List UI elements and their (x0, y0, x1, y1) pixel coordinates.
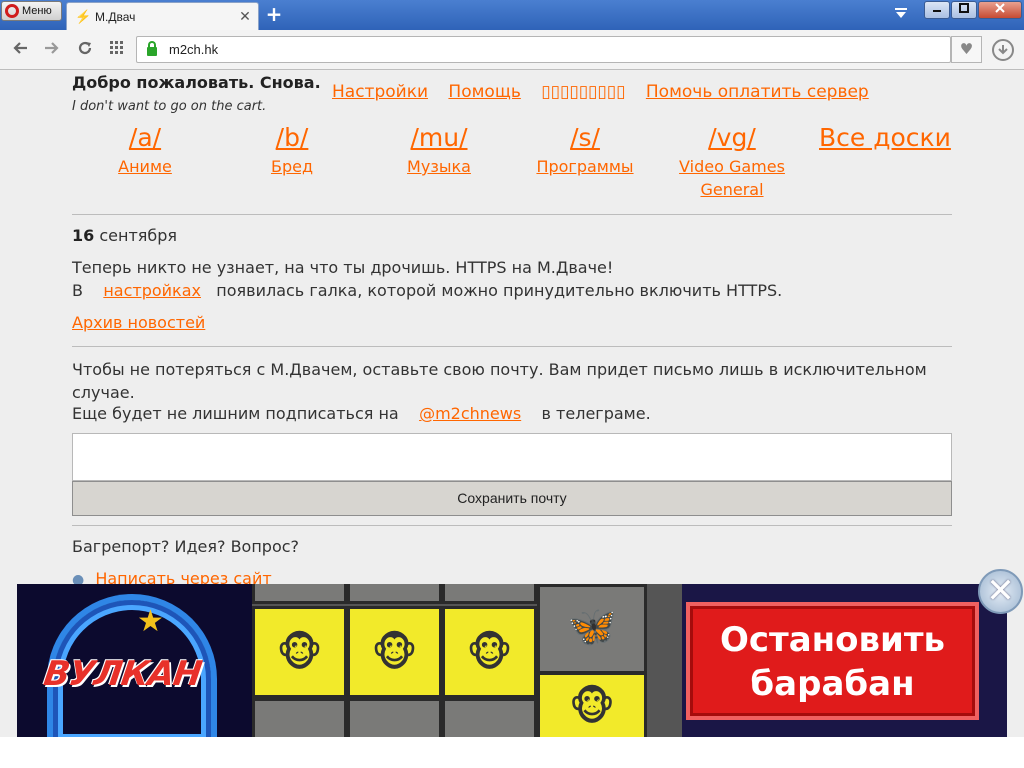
ad-logo: ВУЛКАН (41, 654, 204, 694)
telegram-channel-link[interactable]: @m2chnews (419, 404, 521, 423)
board-name[interactable]: Аниме (72, 155, 218, 178)
news-line2-prefix: В (72, 281, 83, 300)
reel-cell: 🦋 (537, 584, 647, 674)
email-field[interactable] (72, 433, 952, 481)
monkey-icon: 🐵 (466, 630, 513, 676)
board-name[interactable]: Video Games General (659, 155, 805, 201)
opera-menu-label: Меню (22, 5, 52, 17)
ad-logo-area: ★ ВУЛКАН (17, 584, 252, 737)
tab-menu-icon[interactable] (890, 5, 912, 25)
telegram-suffix: в телеграме. (541, 404, 651, 423)
reel-cell (442, 698, 537, 737)
board-item-mu: /mu/ Музыка (366, 123, 512, 178)
tab-favicon-icon: ⚡ (75, 8, 92, 24)
board-name[interactable]: Программы (512, 155, 658, 178)
feedback-text: Багрепорт? Идея? Вопрос? (72, 537, 300, 556)
monkey-icon: 🐵 (568, 684, 616, 730)
board-abbr[interactable]: /vg/ (659, 123, 805, 152)
divider (72, 214, 952, 215)
monkey-icon: 🐵 (276, 630, 323, 676)
close-window-button[interactable] (978, 1, 1022, 19)
ad-slot-reels: 🐵 🐵 🐵 🦋 🐵 (252, 584, 682, 737)
tab-close-icon[interactable]: ✕ (236, 8, 254, 25)
board-name[interactable]: Бред (219, 155, 365, 178)
news-text-settings: В настройках появилась галка, которой мо… (72, 281, 782, 300)
minimize-button[interactable] (924, 1, 950, 19)
top-links: Настройки Помощь ▯▯▯▯▯▯▯▯▯ Помочь оплати… (332, 82, 884, 102)
reel-cell (347, 584, 442, 604)
board-list: /a/ Аниме /b/ Бред /mu/ Музыка /s/ Прогр… (72, 123, 952, 205)
help-link[interactable]: Помощь (448, 82, 520, 102)
mail-subscribe-text: Чтобы не потеряться с М.Двачем, оставьте… (72, 360, 927, 402)
tagline: I don't want to go on the cart. (72, 99, 267, 114)
reel-cell: 🐵 (442, 606, 537, 698)
save-email-button[interactable]: Сохранить почту (72, 481, 952, 516)
unknown-glyph-link[interactable]: ▯▯▯▯▯▯▯▯▯ (541, 82, 625, 102)
news-archive-link[interactable]: Архив новостей (72, 313, 205, 332)
ad-star-icon: ★ (137, 604, 164, 639)
board-item-vg: /vg/ Video Games General (659, 123, 805, 201)
back-arrow-icon[interactable] (11, 40, 31, 60)
reel-cell (347, 698, 442, 737)
new-tab-button[interactable]: + (265, 4, 283, 24)
donate-server-link[interactable]: Помочь оплатить сервер (646, 82, 869, 102)
opera-menu-button[interactable]: Меню (1, 1, 62, 21)
address-bar-url: m2ch.hk (169, 42, 219, 57)
bookmark-heart-icon[interactable]: ♥ (951, 36, 982, 63)
monkey-icon: 🐵 (371, 630, 418, 676)
news-day: 16 (72, 226, 95, 245)
reel-cell (252, 698, 347, 737)
tab-m2ch[interactable]: ⚡ М.Двач ✕ (66, 2, 259, 30)
ad-close-icon[interactable]: ✕ (978, 569, 1023, 614)
board-item-a: /a/ Аниме (72, 123, 218, 178)
opera-logo-icon (5, 4, 19, 18)
butterfly-icon: 🦋 (567, 604, 617, 650)
telegram-prefix: Еще будет не лишним подписаться на (72, 404, 399, 423)
news-month: сентября (99, 226, 178, 245)
reload-icon[interactable] (75, 40, 95, 60)
board-item-s: /s/ Программы (512, 123, 658, 178)
ad-banner[interactable]: ★ ВУЛКАН 🐵 🐵 🐵 🦋 🐵 Остановить барабан (17, 584, 1007, 737)
browser-toolbar: m2ch.hk ♥ (0, 30, 1024, 70)
download-icon[interactable] (992, 39, 1014, 61)
telegram-subscribe-text: Еще будет не лишним подписаться на @m2ch… (72, 404, 651, 423)
news-settings-link[interactable]: настройках (103, 281, 201, 300)
reel-cell: 🐵 (252, 606, 347, 698)
divider (72, 525, 952, 526)
browser-titlebar: Меню ⚡ М.Двач ✕ + (0, 0, 1024, 30)
reel-cell: 🐵 (537, 672, 647, 737)
welcome-heading: Добро пожаловать. Снова. (72, 73, 321, 92)
board-abbr[interactable]: /mu/ (366, 123, 512, 152)
speed-dial-grid-icon[interactable] (107, 40, 127, 60)
maximize-button[interactable] (951, 1, 977, 19)
board-name[interactable]: Музыка (366, 155, 512, 178)
board-abbr[interactable]: /b/ (219, 123, 365, 152)
bottom-strip (0, 737, 1024, 768)
board-abbr[interactable]: /s/ (512, 123, 658, 152)
ad-cta-area: Остановить барабан (682, 584, 1007, 737)
divider (72, 346, 952, 347)
settings-link[interactable]: Настройки (332, 82, 428, 102)
reel-cell (252, 584, 347, 604)
reel-cell: 🐵 (347, 606, 442, 698)
board-item-b: /b/ Бред (219, 123, 365, 178)
tab-title: М.Двач (95, 9, 136, 24)
news-date: 16 сентября (72, 226, 177, 245)
board-abbr[interactable]: /a/ (72, 123, 218, 152)
forward-arrow-icon[interactable] (41, 40, 61, 60)
news-line2-suffix: появилась галка, которой можно принудите… (216, 281, 783, 300)
ad-stop-reel-button[interactable]: Остановить барабан (686, 602, 979, 720)
news-text: Теперь никто не узнает, на что ты дрочиш… (72, 258, 614, 277)
secure-lock-icon (147, 41, 157, 56)
all-boards-link[interactable]: Все доски (819, 123, 951, 152)
address-bar[interactable]: m2ch.hk (136, 36, 951, 63)
reel-cell (442, 584, 537, 604)
